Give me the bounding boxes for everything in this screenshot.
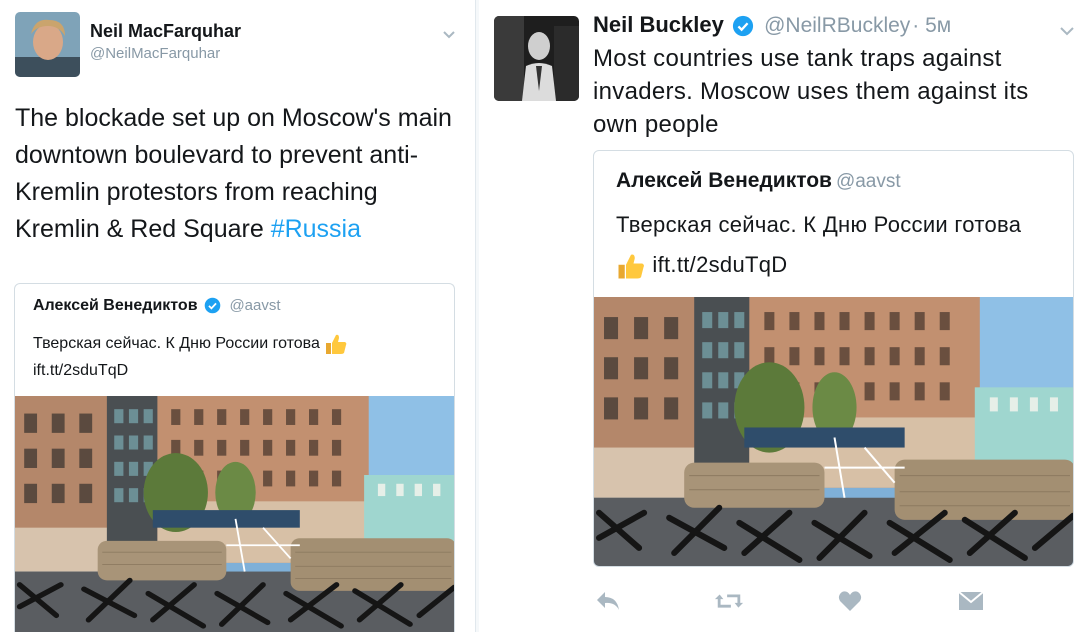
like-icon[interactable] xyxy=(835,586,865,616)
chevron-down-icon[interactable] xyxy=(1059,24,1074,38)
quoted-author-handle: @aavst xyxy=(835,171,901,192)
thumbs-up-icon xyxy=(326,334,347,354)
avatar[interactable] xyxy=(494,16,579,101)
quoted-photo[interactable] xyxy=(594,297,1074,567)
tweet-header: Neil Buckley @NeilRBuckley· 5м xyxy=(593,12,951,38)
retweet-icon[interactable] xyxy=(714,586,744,616)
timestamp[interactable]: · 5м xyxy=(912,14,951,37)
quoted-author-handle: @aavst xyxy=(229,297,281,314)
author-name[interactable]: Neil MacFarquhar xyxy=(90,21,241,42)
verified-icon xyxy=(732,16,754,37)
quoted-text: Тверская сейчас. К Дню России готова ift… xyxy=(616,205,1046,285)
dm-icon[interactable] xyxy=(956,586,986,616)
quoted-link[interactable]: ift.tt/2sduTqD xyxy=(33,362,128,379)
left-tweet: Neil MacFarquhar @NeilMacFarquhar The bl… xyxy=(0,0,475,632)
tweet-text: Most countries use tank traps against in… xyxy=(593,45,1029,138)
hashtag-link[interactable]: #Russia xyxy=(271,215,361,243)
quoted-author-name: Алексей Венедиктов xyxy=(33,297,198,314)
tweet-text-body: The blockade set up on Moscow's main dow… xyxy=(15,104,452,243)
quoted-text-body: Тверская сейчас. К Дню России готова xyxy=(616,212,1022,237)
quoted-link[interactable]: ift.tt/2sduTqD xyxy=(652,252,787,277)
quoted-text-body: Тверская сейчас. К Дню России готова xyxy=(33,335,320,352)
author-name[interactable]: Neil Buckley xyxy=(593,12,724,37)
quoted-author: Алексей Венедиктов @aavst xyxy=(616,169,901,193)
quoted-author-name: Алексей Венедиктов xyxy=(616,169,832,192)
author-handle[interactable]: @NeilRBuckley xyxy=(764,14,910,37)
right-tweet: Neil Buckley @NeilRBuckley· 5м Most coun… xyxy=(479,0,1085,632)
quoted-author: Алексей Венедиктов @aavst xyxy=(33,297,281,315)
quoted-text: Тверская сейчас. К Дню России готова ift… xyxy=(33,330,438,384)
reply-icon[interactable] xyxy=(593,586,623,616)
avatar[interactable] xyxy=(15,12,80,77)
verified-icon xyxy=(204,297,221,314)
quoted-tweet[interactable]: Алексей Венедиктов @aavst Тверская сейчас… xyxy=(593,150,1074,567)
author-handle[interactable]: @NeilMacFarquhar xyxy=(90,45,220,62)
tweet-actions xyxy=(593,586,1033,616)
chevron-down-icon[interactable] xyxy=(442,28,456,42)
quoted-tweet[interactable]: Алексей Венедиктов @aavst Тверская сейча… xyxy=(14,283,455,632)
quoted-photo[interactable] xyxy=(15,396,455,632)
thumbs-up-icon xyxy=(618,254,644,279)
tweet-text: The blockade set up on Moscow's main dow… xyxy=(15,100,465,248)
